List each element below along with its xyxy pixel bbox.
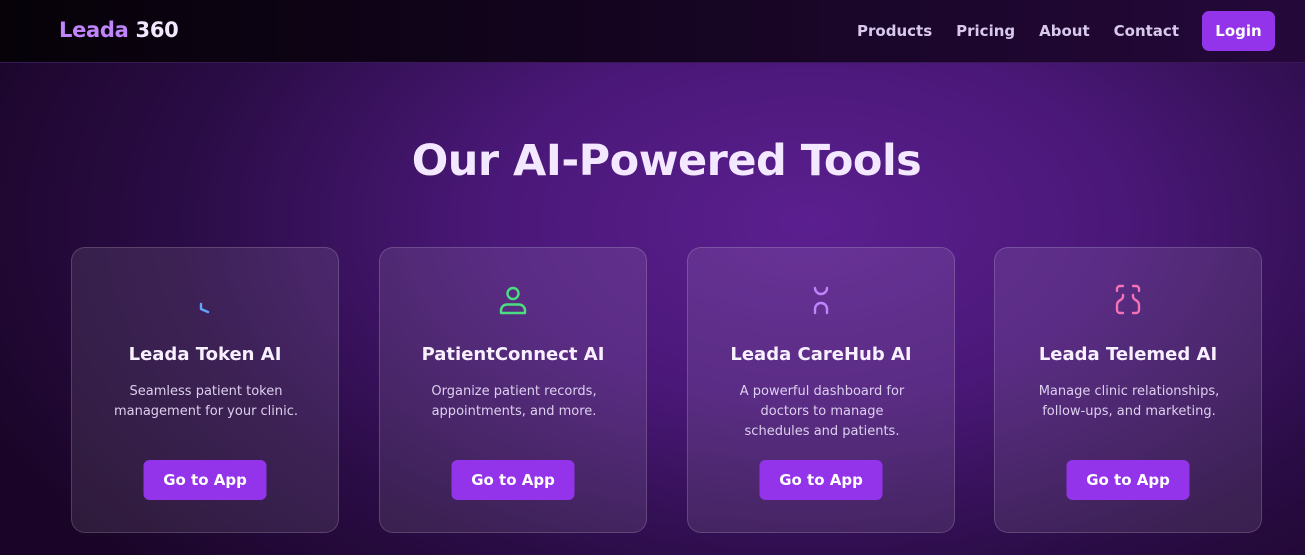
card-description: Organize patient records, appointments, … xyxy=(431,384,597,419)
card-title: PatientConnect AI xyxy=(421,344,605,365)
user-icon xyxy=(496,282,530,316)
nav-links: Products Pricing About Contact xyxy=(857,22,1179,40)
card-title: Leada CareHub AI xyxy=(730,344,912,365)
go-to-app-button[interactable]: Go to App xyxy=(1066,460,1190,500)
top-navbar: Leada 360 Products Pricing About Contact… xyxy=(0,0,1305,63)
nav-link-products[interactable]: Products xyxy=(857,22,932,40)
card-title: Leada Telemed AI xyxy=(1038,344,1218,365)
card-description: Manage clinic relationships, follow-ups,… xyxy=(1038,384,1220,419)
login-button[interactable]: Login xyxy=(1202,11,1275,51)
nav-link-contact[interactable]: Contact xyxy=(1114,22,1179,40)
tool-card-token: Leada Token AI Seamless patient token ma… xyxy=(71,247,339,533)
nav-link-about[interactable]: About xyxy=(1039,22,1090,40)
go-to-app-button[interactable]: Go to App xyxy=(451,460,575,500)
brand-suffix: 360 xyxy=(135,18,179,42)
tool-card-patientconnect: PatientConnect AI Organize patient recor… xyxy=(379,247,647,533)
card-title: Leada Token AI xyxy=(128,344,282,365)
page-title: Our AI-Powered Tools xyxy=(411,136,922,186)
brand-name: Leada xyxy=(59,18,129,42)
stethoscope-icon xyxy=(804,282,838,316)
tool-card-telemed: Leada Telemed AI Manage clinic relations… xyxy=(994,247,1262,533)
card-description: A powerful dashboard for doctors to mana… xyxy=(739,384,905,439)
brand-logo[interactable]: Leada 360 xyxy=(59,18,179,42)
tool-card-carehub: Leada CareHub AI A powerful dashboard fo… xyxy=(687,247,955,533)
card-description: Seamless patient token management for yo… xyxy=(113,384,299,419)
go-to-app-button[interactable]: Go to App xyxy=(759,460,883,500)
nav-link-pricing[interactable]: Pricing xyxy=(956,22,1015,40)
scan-face-icon xyxy=(1111,282,1145,316)
clock-icon xyxy=(188,282,222,316)
go-to-app-button[interactable]: Go to App xyxy=(143,460,267,500)
